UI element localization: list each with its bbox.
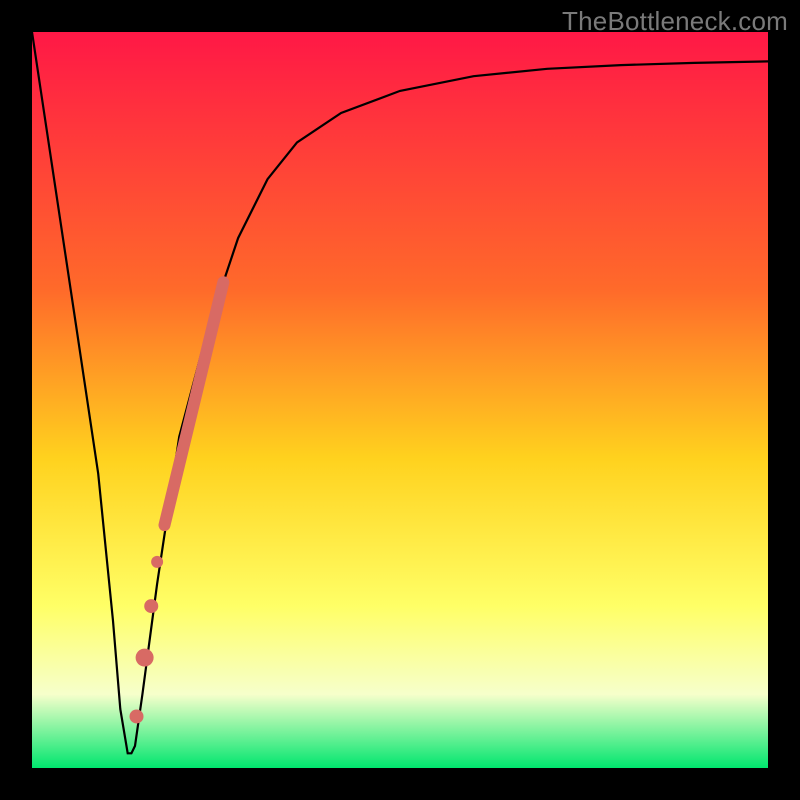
watermark-text: TheBottleneck.com bbox=[562, 6, 788, 37]
chart-svg bbox=[32, 32, 768, 768]
plot-area bbox=[32, 32, 768, 768]
marker-dot-4 bbox=[130, 709, 144, 723]
marker-dot-1 bbox=[151, 556, 163, 568]
marker-dot-2 bbox=[144, 599, 158, 613]
marker-dot-3 bbox=[136, 649, 154, 667]
chart-frame: TheBottleneck.com bbox=[0, 0, 800, 800]
